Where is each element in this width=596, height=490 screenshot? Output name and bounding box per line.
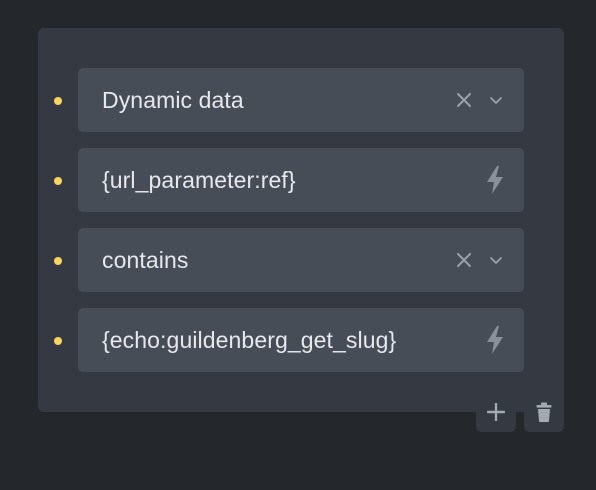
- key-select[interactable]: Dynamic data: [78, 68, 524, 132]
- key-value-text: {url_parameter:ref}: [102, 166, 296, 193]
- close-icon[interactable]: [454, 250, 474, 270]
- trash-icon: [536, 402, 552, 422]
- key-value-input[interactable]: {url_parameter:ref}: [78, 148, 524, 212]
- bullet-dot: [54, 97, 62, 105]
- bullet-dot: [54, 257, 62, 265]
- condition-row-key-value: {url_parameter:ref}: [38, 148, 564, 212]
- delete-condition-button[interactable]: [524, 392, 564, 432]
- compare-select-value: contains: [102, 246, 189, 273]
- chevron-down-icon[interactable]: [486, 250, 506, 270]
- value-text: {echo:guildenberg_get_slug}: [102, 326, 397, 353]
- bolt-icon[interactable]: [482, 324, 508, 356]
- bullet-dot: [54, 337, 62, 345]
- close-icon[interactable]: [454, 90, 474, 110]
- add-condition-button[interactable]: [476, 392, 516, 432]
- key-select-value: Dynamic data: [102, 86, 244, 113]
- chevron-down-icon[interactable]: [486, 90, 506, 110]
- compare-select[interactable]: contains: [78, 228, 524, 292]
- condition-row-value: {echo:guildenberg_get_slug}: [38, 308, 564, 372]
- bullet-dot: [54, 177, 62, 185]
- plus-icon: [487, 403, 505, 421]
- value-input[interactable]: {echo:guildenberg_get_slug}: [78, 308, 524, 372]
- condition-row-key: Dynamic data: [38, 68, 564, 132]
- bolt-icon[interactable]: [482, 164, 508, 196]
- condition-panel: Dynamic data {url_parameter:ref} contain…: [38, 28, 564, 412]
- condition-row-compare: contains: [38, 228, 564, 292]
